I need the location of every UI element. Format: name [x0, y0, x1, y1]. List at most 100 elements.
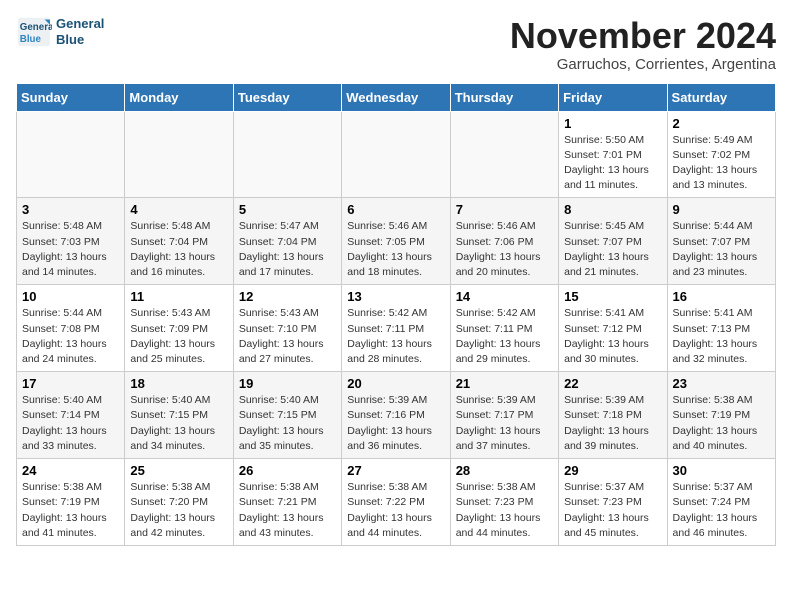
day-number: 22 — [564, 376, 661, 391]
logo-text-general: General — [56, 16, 104, 32]
day-detail: Sunrise: 5:42 AM Sunset: 7:11 PM Dayligh… — [456, 307, 541, 365]
day-number: 12 — [239, 289, 336, 304]
calendar-cell: 3 Sunrise: 5:48 AM Sunset: 7:03 PM Daylig… — [17, 198, 125, 285]
day-number: 15 — [564, 289, 661, 304]
calendar-cell: 16 Sunrise: 5:41 AM Sunset: 7:13 PM Dayli… — [667, 285, 775, 372]
calendar-cell: 30 Sunrise: 5:37 AM Sunset: 7:24 PM Dayli… — [667, 459, 775, 546]
header-monday: Monday — [125, 83, 233, 111]
calendar-cell: 19 Sunrise: 5:40 AM Sunset: 7:15 PM Dayli… — [233, 372, 341, 459]
calendar-cell: 15 Sunrise: 5:41 AM Sunset: 7:12 PM Dayli… — [559, 285, 667, 372]
day-detail: Sunrise: 5:37 AM Sunset: 7:23 PM Dayligh… — [564, 481, 649, 539]
calendar-cell: 29 Sunrise: 5:37 AM Sunset: 7:23 PM Dayli… — [559, 459, 667, 546]
day-number: 9 — [673, 202, 770, 217]
day-number: 28 — [456, 463, 553, 478]
calendar-cell: 4Sunrise: 5:48 AM Sunset: 7:04 PM Daylig… — [125, 198, 233, 285]
day-number: 27 — [347, 463, 444, 478]
header-wednesday: Wednesday — [342, 83, 450, 111]
svg-text:Blue: Blue — [20, 34, 42, 45]
month-title: November 2024 — [510, 16, 776, 56]
calendar-cell — [17, 111, 125, 198]
calendar-cell — [450, 111, 558, 198]
day-number: 29 — [564, 463, 661, 478]
day-detail: Sunrise: 5:39 AM Sunset: 7:17 PM Dayligh… — [456, 394, 541, 452]
day-number: 11 — [130, 289, 227, 304]
logo: General Blue General Blue — [16, 16, 104, 48]
day-detail: Sunrise: 5:48 AM Sunset: 7:04 PM Dayligh… — [130, 220, 215, 278]
day-detail: Sunrise: 5:42 AM Sunset: 7:11 PM Dayligh… — [347, 307, 432, 365]
header-sunday: Sunday — [17, 83, 125, 111]
calendar-cell: 20 Sunrise: 5:39 AM Sunset: 7:16 PM Dayli… — [342, 372, 450, 459]
day-number: 1 — [564, 116, 661, 131]
day-detail: Sunrise: 5:39 AM Sunset: 7:16 PM Dayligh… — [347, 394, 432, 452]
calendar-cell — [233, 111, 341, 198]
day-detail: Sunrise: 5:38 AM Sunset: 7:19 PM Dayligh… — [22, 481, 107, 539]
header-tuesday: Tuesday — [233, 83, 341, 111]
day-detail: Sunrise: 5:43 AM Sunset: 7:09 PM Dayligh… — [130, 307, 215, 365]
day-detail: Sunrise: 5:44 AM Sunset: 7:07 PM Dayligh… — [673, 220, 758, 278]
calendar-cell — [342, 111, 450, 198]
day-number: 16 — [673, 289, 770, 304]
calendar-cell: 2Sunrise: 5:49 AM Sunset: 7:02 PM Daylig… — [667, 111, 775, 198]
day-detail: Sunrise: 5:38 AM Sunset: 7:22 PM Dayligh… — [347, 481, 432, 539]
calendar-cell: 12 Sunrise: 5:43 AM Sunset: 7:10 PM Dayli… — [233, 285, 341, 372]
calendar-cell: 27 Sunrise: 5:38 AM Sunset: 7:22 PM Dayli… — [342, 459, 450, 546]
header-thursday: Thursday — [450, 83, 558, 111]
week-row-5: 24Sunrise: 5:38 AM Sunset: 7:19 PM Dayli… — [17, 459, 776, 546]
calendar-cell: 7Sunrise: 5:46 AM Sunset: 7:06 PM Daylig… — [450, 198, 558, 285]
day-number: 18 — [130, 376, 227, 391]
day-detail: Sunrise: 5:39 AM Sunset: 7:18 PM Dayligh… — [564, 394, 649, 452]
day-detail: Sunrise: 5:41 AM Sunset: 7:12 PM Dayligh… — [564, 307, 649, 365]
day-number: 30 — [673, 463, 770, 478]
day-number: 20 — [347, 376, 444, 391]
day-number: 3 — [22, 202, 119, 217]
calendar-cell: 11 Sunrise: 5:43 AM Sunset: 7:09 PM Dayli… — [125, 285, 233, 372]
calendar-header-row: SundayMondayTuesdayWednesdayThursdayFrid… — [17, 83, 776, 111]
calendar-cell: 1 Sunrise: 5:50 AM Sunset: 7:01 PM Daylig… — [559, 111, 667, 198]
day-number: 13 — [347, 289, 444, 304]
calendar-cell: 26 Sunrise: 5:38 AM Sunset: 7:21 PM Dayli… — [233, 459, 341, 546]
day-number: 6 — [347, 202, 444, 217]
day-detail: Sunrise: 5:46 AM Sunset: 7:06 PM Dayligh… — [456, 220, 541, 278]
day-detail: Sunrise: 5:40 AM Sunset: 7:15 PM Dayligh… — [239, 394, 324, 452]
day-number: 23 — [673, 376, 770, 391]
calendar-cell: 28Sunrise: 5:38 AM Sunset: 7:23 PM Dayli… — [450, 459, 558, 546]
day-number: 26 — [239, 463, 336, 478]
calendar-table: SundayMondayTuesdayWednesdayThursdayFrid… — [16, 83, 776, 546]
day-detail: Sunrise: 5:38 AM Sunset: 7:19 PM Dayligh… — [673, 394, 758, 452]
calendar-cell: 18Sunrise: 5:40 AM Sunset: 7:15 PM Dayli… — [125, 372, 233, 459]
calendar-cell: 21 Sunrise: 5:39 AM Sunset: 7:17 PM Dayli… — [450, 372, 558, 459]
day-detail: Sunrise: 5:47 AM Sunset: 7:04 PM Dayligh… — [239, 220, 324, 278]
calendar-cell: 23 Sunrise: 5:38 AM Sunset: 7:19 PM Dayli… — [667, 372, 775, 459]
day-number: 8 — [564, 202, 661, 217]
day-detail: Sunrise: 5:37 AM Sunset: 7:24 PM Dayligh… — [673, 481, 758, 539]
day-detail: Sunrise: 5:44 AM Sunset: 7:08 PM Dayligh… — [22, 307, 107, 365]
header-friday: Friday — [559, 83, 667, 111]
day-number: 5 — [239, 202, 336, 217]
day-detail: Sunrise: 5:43 AM Sunset: 7:10 PM Dayligh… — [239, 307, 324, 365]
week-row-3: 10 Sunrise: 5:44 AM Sunset: 7:08 PM Dayli… — [17, 285, 776, 372]
calendar-cell: 10 Sunrise: 5:44 AM Sunset: 7:08 PM Dayli… — [17, 285, 125, 372]
day-detail: Sunrise: 5:46 AM Sunset: 7:05 PM Dayligh… — [347, 220, 432, 278]
calendar-cell: 13 Sunrise: 5:42 AM Sunset: 7:11 PM Dayli… — [342, 285, 450, 372]
day-detail: Sunrise: 5:48 AM Sunset: 7:03 PM Dayligh… — [22, 220, 107, 278]
week-row-1: 1 Sunrise: 5:50 AM Sunset: 7:01 PM Daylig… — [17, 111, 776, 198]
day-detail: Sunrise: 5:41 AM Sunset: 7:13 PM Dayligh… — [673, 307, 758, 365]
day-detail: Sunrise: 5:38 AM Sunset: 7:20 PM Dayligh… — [130, 481, 215, 539]
day-detail: Sunrise: 5:40 AM Sunset: 7:14 PM Dayligh… — [22, 394, 107, 452]
logo-icon: General Blue — [16, 16, 52, 48]
svg-text:General: General — [20, 22, 52, 33]
day-number: 25 — [130, 463, 227, 478]
day-number: 17 — [22, 376, 119, 391]
day-number: 10 — [22, 289, 119, 304]
week-row-2: 3 Sunrise: 5:48 AM Sunset: 7:03 PM Daylig… — [17, 198, 776, 285]
day-detail: Sunrise: 5:50 AM Sunset: 7:01 PM Dayligh… — [564, 134, 649, 192]
calendar-cell: 22 Sunrise: 5:39 AM Sunset: 7:18 PM Dayli… — [559, 372, 667, 459]
calendar-cell: 9 Sunrise: 5:44 AM Sunset: 7:07 PM Daylig… — [667, 198, 775, 285]
calendar-cell: 8Sunrise: 5:45 AM Sunset: 7:07 PM Daylig… — [559, 198, 667, 285]
calendar-cell: 24Sunrise: 5:38 AM Sunset: 7:19 PM Dayli… — [17, 459, 125, 546]
day-number: 2 — [673, 116, 770, 131]
day-number: 19 — [239, 376, 336, 391]
location-subtitle: Garruchos, Corrientes, Argentina — [510, 56, 776, 73]
day-detail: Sunrise: 5:38 AM Sunset: 7:21 PM Dayligh… — [239, 481, 324, 539]
day-number: 21 — [456, 376, 553, 391]
